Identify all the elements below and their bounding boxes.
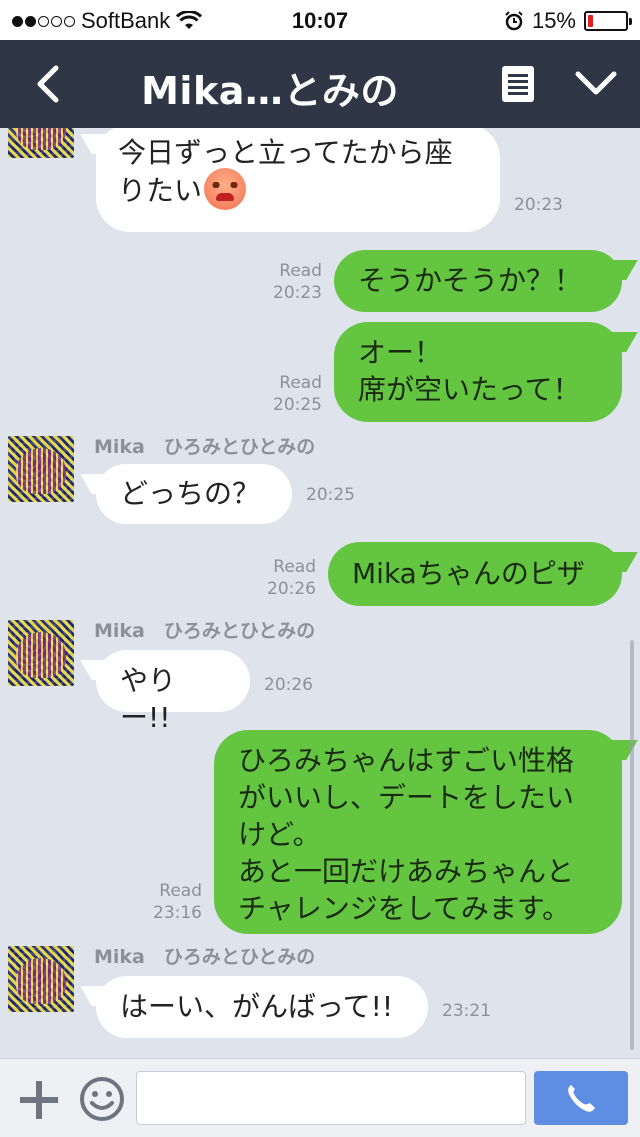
chat-title: Mika…とみの bbox=[141, 69, 399, 113]
read-receipt: Read 20:26 bbox=[267, 557, 316, 599]
message-text: やりー!! bbox=[120, 664, 177, 734]
message-time: 20:26 bbox=[264, 675, 313, 695]
message-input[interactable] bbox=[136, 1071, 526, 1125]
message-bubble-incoming[interactable]: はーい、がんばって!! bbox=[96, 976, 428, 1038]
status-bar: SoftBank 10:07 15% bbox=[0, 0, 640, 40]
chat-header: Mika…とみの bbox=[0, 40, 640, 128]
note-list-icon[interactable] bbox=[500, 64, 536, 104]
message-time: 20:23 bbox=[514, 195, 563, 215]
avatar[interactable] bbox=[8, 436, 74, 502]
message-time: 20:25 bbox=[306, 485, 355, 505]
avatar[interactable] bbox=[8, 128, 74, 158]
message-text: そうかそうか？！ bbox=[358, 264, 583, 297]
message-time: 23:21 bbox=[442, 1001, 491, 1021]
crying-face-icon bbox=[204, 168, 247, 210]
message-bubble-outgoing[interactable]: ひろみちゃんはすごい性格 がいいし、デートをしたい けど。 あと一回だけあみちゃ… bbox=[214, 730, 622, 934]
avatar[interactable] bbox=[8, 620, 74, 686]
message-text: オー！ bbox=[358, 336, 443, 369]
message-text: がいいし、デートをしたい bbox=[238, 781, 575, 814]
phone-icon bbox=[568, 1085, 595, 1112]
battery-icon bbox=[584, 11, 632, 31]
message-list[interactable]: 今日ずっと立ってたから座 りたい 20:23 Read 20:23 そうかそうか？… bbox=[0, 128, 640, 1058]
battery-percent: 15% bbox=[531, 8, 576, 33]
message-bubble-outgoing[interactable]: Mikaちゃんのピザ bbox=[328, 542, 622, 606]
message-text: Mikaちゃんのピザ bbox=[352, 557, 585, 590]
sender-name: Mika ひろみとひとみの bbox=[94, 620, 316, 642]
message-text: はーい、がんばって!! bbox=[120, 990, 394, 1023]
smiley-icon[interactable] bbox=[78, 1075, 126, 1123]
read-receipt: Read 20:23 bbox=[273, 261, 322, 303]
message-input-bar bbox=[0, 1058, 640, 1137]
message-bubble-incoming[interactable]: やりー!! bbox=[96, 650, 250, 734]
message-text: ひろみちゃんはすごい性格 bbox=[238, 744, 575, 777]
scrollbar[interactable] bbox=[630, 640, 634, 1050]
message-bubble-incoming[interactable]: どっちの？ bbox=[96, 464, 292, 524]
message-text: あと一回だけあみちゃんと bbox=[238, 855, 575, 888]
alarm-clock-icon bbox=[505, 11, 523, 31]
message-bubble-outgoing[interactable]: そうかそうか？！ bbox=[334, 250, 622, 312]
message-text: 席が空いたって！ bbox=[358, 373, 581, 406]
message-bubble-incoming[interactable]: 今日ずっと立ってたから座 りたい bbox=[96, 128, 500, 232]
plus-icon[interactable] bbox=[18, 1079, 60, 1121]
message-text: チャレンジをしてみます。 bbox=[238, 892, 571, 925]
message-text: けど。 bbox=[238, 818, 321, 851]
read-receipt: Read 23:16 bbox=[153, 881, 202, 923]
send-button[interactable] bbox=[534, 1071, 628, 1125]
message-text: 今日ずっと立ってたから座 bbox=[118, 136, 453, 169]
message-text: りたい bbox=[118, 168, 478, 213]
chevron-down-icon[interactable] bbox=[572, 64, 620, 104]
status-right: 15% bbox=[504, 8, 632, 34]
message-text: どっちの？ bbox=[120, 477, 261, 510]
read-receipt: Read 20:25 bbox=[273, 373, 322, 415]
sender-name: Mika ひろみとひとみの bbox=[94, 946, 316, 968]
avatar[interactable] bbox=[8, 946, 74, 1012]
message-bubble-outgoing[interactable]: オー！ 席が空いたって！ bbox=[334, 322, 622, 422]
sender-name: Mika ひろみとひとみの bbox=[94, 436, 316, 458]
